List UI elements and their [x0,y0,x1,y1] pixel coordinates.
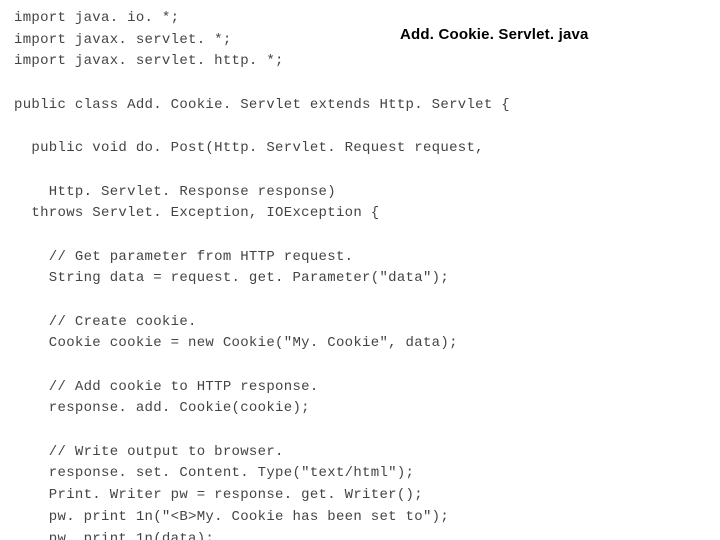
code-line [14,420,712,442]
code-line: pw. print 1n(data); [14,529,712,540]
code-line: // Write output to browser. [14,442,712,464]
code-line: import javax. servlet. *; [14,30,712,52]
code-line: Cookie cookie = new Cookie("My. Cookie",… [14,333,712,355]
code-line [14,225,712,247]
code-line: Print. Writer pw = response. get. Writer… [14,485,712,507]
code-line [14,290,712,312]
code-line: // Create cookie. [14,312,712,334]
code-line: Http. Servlet. Response response) [14,182,712,204]
code-line [14,116,712,138]
code-line: // Get parameter from HTTP request. [14,247,712,269]
code-line [14,355,712,377]
code-line [14,160,712,182]
code-line: public void do. Post(Http. Servlet. Requ… [14,138,712,160]
code-line: response. add. Cookie(cookie); [14,398,712,420]
code-line: // Add cookie to HTTP response. [14,377,712,399]
code-line: import javax. servlet. http. *; [14,51,712,73]
code-line: response. set. Content. Type("text/html"… [14,463,712,485]
code-line: throws Servlet. Exception, IOException { [14,203,712,225]
code-block: import java. io. *;import javax. servlet… [14,8,712,540]
filename-label: Add. Cookie. Servlet. java [400,26,589,43]
code-line [14,73,712,95]
code-line: public class Add. Cookie. Servlet extend… [14,95,712,117]
code-line: String data = request. get. Parameter("d… [14,268,712,290]
code-line: pw. print 1n("<B>My. Cookie has been set… [14,507,712,529]
slide: Add. Cookie. Servlet. java import java. … [0,0,720,540]
code-line: import java. io. *; [14,8,712,30]
